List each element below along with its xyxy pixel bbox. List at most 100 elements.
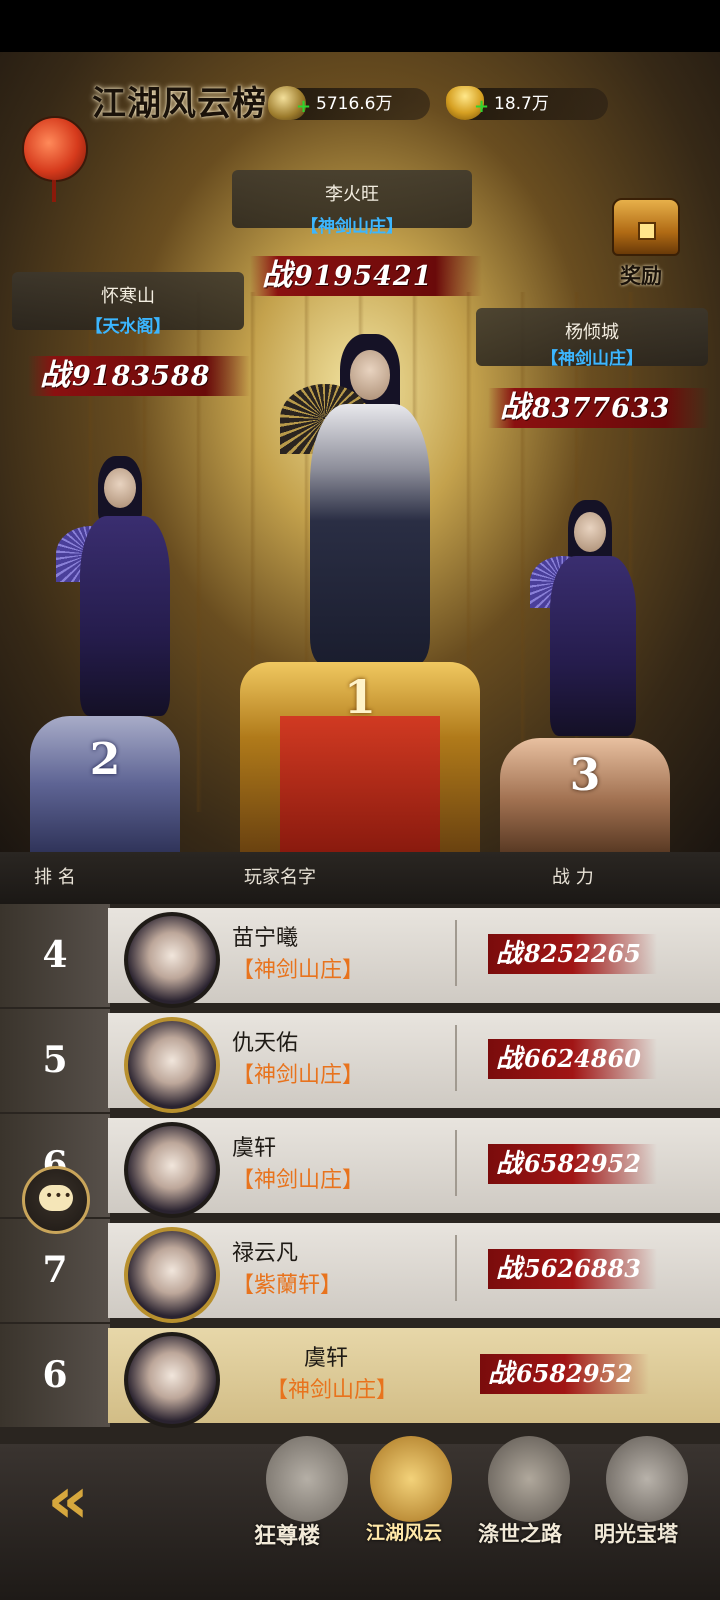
rank-number: 7 (42, 1249, 68, 1291)
back-arrow-icon[interactable]: « (28, 1466, 108, 1536)
rank2-hero[interactable] (50, 446, 190, 716)
player-power: 战6624860 (488, 1039, 657, 1079)
power-label: 战 (40, 358, 70, 393)
gold-value: 18.7万 (494, 94, 549, 114)
rank1-hero[interactable] (270, 314, 470, 674)
reward-button[interactable]: 奖励 (600, 190, 690, 290)
treasure-chest-icon (612, 198, 680, 256)
power-value: 6624860 (524, 1044, 641, 1073)
rank2-power: 战9183588 (28, 356, 250, 396)
silver-value: 5716.6万 (316, 94, 393, 114)
player-guild: 【紫蘭轩】 (232, 1273, 343, 1298)
player-power: 战6582952 (480, 1354, 649, 1394)
tab-label: 涤世之路 (478, 1521, 562, 1546)
power-label: 战 (488, 1359, 515, 1389)
tab-kuangzunlou[interactable]: 狂尊楼 (248, 1436, 368, 1594)
lantern-icon (22, 116, 88, 202)
avatar[interactable] (124, 912, 220, 1008)
gold-resource[interactable]: + 18.7万 (446, 86, 608, 120)
player-name: 虞轩 (232, 1136, 277, 1161)
add-silver-icon[interactable]: + (296, 98, 311, 116)
tab-label: 江湖风云 (366, 1522, 443, 1544)
column-power: 战 力 (552, 867, 594, 888)
hero-head (574, 512, 606, 552)
power-value: 6582952 (516, 1359, 633, 1388)
power-value: 8252265 (524, 939, 641, 968)
power-value: 6582952 (524, 1149, 641, 1178)
rank-number: 4 (42, 934, 68, 976)
rank2-guild: 【天水阁】 (85, 317, 171, 337)
power-label: 战 (500, 390, 530, 425)
power-value: 8377633 (532, 393, 671, 424)
tab-label: 狂尊楼 (254, 1523, 321, 1549)
silver-resource[interactable]: + 5716.6万 (268, 86, 430, 120)
table-row[interactable]: 4 苗宁曦 【神剑山庄】 战8252265 (0, 904, 720, 1008)
dragon-emblem-icon (370, 1436, 452, 1522)
tab-mingguangbaota[interactable]: 明光宝塔 (590, 1436, 710, 1594)
hero-head (104, 468, 136, 508)
hero-head (350, 350, 390, 400)
rank2-pedestal: 2 (30, 716, 180, 852)
leaderboard-stage: 江湖风云榜 + 5716.6万 + 18.7万 奖励 李火旺 【神剑山庄】 战9… (0, 52, 720, 852)
power-label: 战 (262, 258, 292, 293)
rank3-hero[interactable] (520, 490, 660, 740)
rank1-guild: 【神剑山庄】 (301, 217, 403, 237)
player-name: 虞轩 (304, 1346, 349, 1371)
table-row[interactable]: 7 禄云凡 【紫蘭轩】 战5626883 (0, 1219, 720, 1323)
ranking-list[interactable]: 4 苗宁曦 【神剑山庄】 战8252265 5 仇天佑 【神剑山庄】 战6624… (0, 904, 720, 1444)
scroll-icon (266, 1436, 348, 1522)
power-value: 5626883 (524, 1254, 641, 1283)
rank-number: 5 (42, 1039, 68, 1081)
power-label: 战 (496, 1254, 523, 1284)
rank3-pedestal: 3 (500, 738, 670, 852)
avatar[interactable] (124, 1332, 220, 1428)
player-guild: 【神剑山庄】 (266, 1378, 399, 1403)
player-name: 苗宁曦 (232, 926, 299, 951)
tab-jianghufengyun[interactable]: 江湖风云 (360, 1436, 470, 1594)
add-gold-icon[interactable]: + (474, 98, 489, 116)
hero-body (550, 556, 636, 736)
chat-icon (39, 1185, 73, 1211)
rank1-number: 1 (343, 670, 376, 724)
rank3-number: 3 (569, 750, 601, 801)
power-label: 战 (496, 1149, 523, 1179)
hero-body (80, 516, 170, 716)
power-value: 9183588 (72, 361, 211, 392)
avatar[interactable] (124, 1122, 220, 1218)
player-name: 禄云凡 (232, 1241, 299, 1266)
rank3-guild: 【神剑山庄】 (541, 349, 643, 369)
player-guild: 【神剑山庄】 (232, 958, 365, 983)
rank1-power: 战9195421 (250, 256, 482, 296)
player-guild: 【神剑山庄】 (232, 1168, 365, 1193)
rank2-name: 怀寒山 (101, 286, 155, 307)
rank-number: 6 (42, 1354, 68, 1396)
self-rank-row[interactable]: 6 虞轩 【神剑山庄】 战6582952 (0, 1324, 720, 1428)
tab-label: 明光宝塔 (594, 1521, 678, 1546)
power-label: 战 (496, 1044, 523, 1074)
hero-body (310, 404, 430, 664)
column-player: 玩家名字 (244, 867, 316, 888)
rank2-number: 2 (89, 734, 121, 785)
tower-icon (606, 1436, 688, 1522)
chat-button[interactable] (22, 1166, 90, 1234)
reward-label: 奖励 (620, 263, 662, 288)
player-power: 战6582952 (488, 1144, 657, 1184)
column-rank: 排 名 (34, 867, 76, 888)
table-header: 排 名 玩家名字 战 力 (0, 852, 720, 904)
table-row[interactable]: 6 虞轩 【神剑山庄】 战6582952 (0, 1114, 720, 1218)
power-label: 战 (496, 939, 523, 969)
avatar[interactable] (124, 1227, 220, 1323)
avatar[interactable] (124, 1017, 220, 1113)
player-name: 仇天佑 (232, 1031, 299, 1056)
table-row[interactable]: 5 仇天佑 【神剑山庄】 战6624860 (0, 1009, 720, 1113)
rank1-name: 李火旺 (325, 184, 379, 205)
player-guild: 【神剑山庄】 (232, 1063, 365, 1088)
power-value: 9195421 (294, 261, 433, 292)
status-bar (0, 0, 720, 52)
mountain-icon (488, 1436, 570, 1522)
rank3-name: 杨倾城 (565, 322, 619, 343)
tab-dishizhilu[interactable]: 涤世之路 (476, 1436, 586, 1594)
player-power: 战8252265 (488, 934, 657, 974)
page-title: 江湖风云榜 (92, 84, 267, 124)
rank3-power: 战8377633 (488, 388, 710, 428)
